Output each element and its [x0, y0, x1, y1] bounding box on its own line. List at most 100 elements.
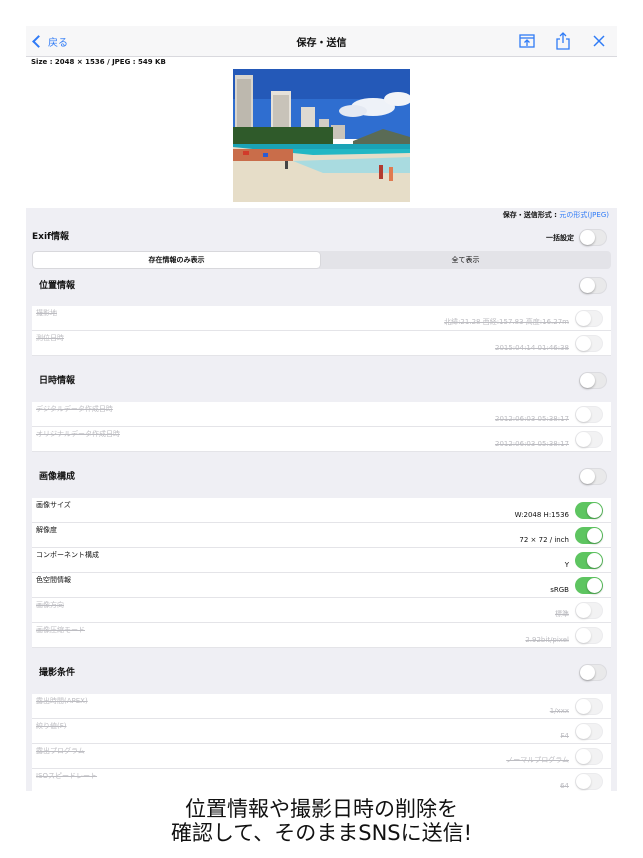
row-value: sRGB — [550, 586, 569, 594]
row-label: 画像圧縮モード — [36, 626, 85, 634]
row-original-datetime: オリジナルデータ作成日時 2012:06:03 05:38:17 — [32, 427, 611, 452]
location-group-toggle[interactable] — [579, 277, 607, 294]
toggle-knob — [576, 432, 591, 447]
row-value: F4 — [560, 732, 569, 740]
toggle-knob — [580, 469, 595, 484]
row-location: 撮影地 北緯:21.28 西経:157.83 高度:16.27m — [32, 306, 611, 331]
row-value: 64 — [560, 782, 569, 790]
row-label: 露出時間(APEX) — [36, 697, 88, 705]
image-group-toggle[interactable] — [579, 468, 607, 485]
row-value: 2.92bit/pixel — [525, 636, 569, 644]
format-label: 保存・送信形式 : — [502, 211, 560, 219]
row-label: コンポーネント構成 — [36, 551, 99, 559]
segment-show-all[interactable]: 全て表示 — [322, 252, 609, 268]
row-value: 1/xxx — [549, 707, 569, 715]
row-toggle[interactable] — [575, 773, 603, 790]
caption-line-2: 確認して、そのままSNSに送信! — [170, 821, 473, 845]
share-icon[interactable] — [553, 31, 573, 51]
row-value: 標準 — [555, 610, 569, 618]
row-label: 画像サイズ — [36, 501, 71, 509]
toggle-knob — [576, 311, 591, 326]
row-color-space: 色空間情報 sRGB — [32, 573, 611, 598]
row-toggle[interactable] — [575, 431, 603, 448]
row-iso-speed: ISOスピードレート 64 — [32, 769, 611, 791]
row-value: 北緯:21.28 西経:157.83 高度:16.27m — [444, 318, 569, 326]
row-label: 色空間情報 — [36, 576, 71, 584]
row-label: 露出プログラム — [36, 747, 85, 755]
row-toggle[interactable] — [575, 527, 603, 544]
exif-title-text: Exif情報 — [32, 232, 69, 242]
row-label: 絞り値(F) — [36, 722, 67, 730]
shooting-group-toggle[interactable] — [579, 664, 607, 681]
row-value: 2012:06:03 05:38:17 — [494, 440, 569, 448]
toggle-knob — [576, 336, 591, 351]
toggle-knob — [587, 578, 602, 593]
toggle-knob — [580, 278, 595, 293]
bulk-setting-toggle[interactable] — [579, 229, 607, 246]
row-toggle[interactable] — [575, 723, 603, 740]
toggle-knob — [576, 603, 591, 618]
row-toggle[interactable] — [575, 698, 603, 715]
row-label: デジタルデータ作成日時 — [36, 405, 113, 413]
toggle-knob — [587, 553, 602, 568]
row-image-size: 画像サイズ W:2048 H:1536 — [32, 498, 611, 523]
toggle-knob — [576, 628, 591, 643]
toggle-knob — [576, 407, 591, 422]
row-gps-datetime: 測位日時 2015:04:14 01:46:38 — [32, 331, 611, 356]
segment-existing-only[interactable]: 存在情報のみ表示 — [33, 252, 320, 268]
datetime-group-title: 日時情報 — [39, 376, 76, 386]
row-toggle[interactable] — [575, 502, 603, 519]
save-to-device-icon[interactable] — [517, 31, 537, 51]
row-label: 画像方向 — [36, 601, 64, 609]
row-toggle[interactable] — [575, 335, 603, 352]
toggle-knob — [587, 528, 602, 543]
row-resolution: 解像度 72 × 72 / inch — [32, 523, 611, 548]
row-value: 2012:06:03 05:38:17 — [494, 415, 569, 423]
bulk-setting-label: 一括設定 — [546, 234, 574, 242]
display-mode-segmented-control: 存在情報のみ表示 全て表示 — [32, 251, 611, 269]
row-label: 測位日時 — [36, 334, 64, 342]
toggle-knob — [580, 230, 595, 245]
toggle-knob — [587, 503, 602, 518]
row-toggle[interactable] — [575, 627, 603, 644]
row-compression-mode: 画像圧縮モード 2.92bit/pixel — [32, 623, 611, 648]
location-group-header: 位置情報 — [26, 273, 617, 299]
row-orientation: 画像方向 標準 — [32, 598, 611, 623]
row-toggle[interactable] — [575, 748, 603, 765]
row-toggle[interactable] — [575, 406, 603, 423]
photo-preview — [233, 69, 410, 202]
app-frame: 戻る 保存・送信 Size : 2048 × 1536 / JPEG : 549… — [26, 26, 617, 791]
image-group-title: 画像構成 — [39, 472, 76, 482]
location-group-title: 位置情報 — [39, 281, 76, 291]
row-value: Y — [564, 561, 569, 569]
image-size-info: Size : 2048 × 1536 / JPEG : 549 KB — [26, 57, 617, 68]
promo-caption: 位置情報や撮影日時の削除を 確認して、そのままSNSに送信! — [0, 797, 643, 845]
row-value: 72 × 72 / inch — [519, 536, 569, 544]
navigation-bar: 戻る 保存・送信 — [26, 26, 617, 57]
row-toggle[interactable] — [575, 310, 603, 327]
row-label: 解像度 — [36, 526, 57, 534]
row-value: ノーマルプログラム — [506, 756, 569, 764]
row-toggle[interactable] — [575, 552, 603, 569]
toggle-knob — [576, 749, 591, 764]
row-value: W:2048 H:1536 — [514, 511, 569, 519]
toggle-knob — [576, 699, 591, 714]
row-digital-datetime: デジタルデータ作成日時 2012:06:03 05:38:17 — [32, 402, 611, 427]
row-label: ISOスピードレート — [36, 772, 98, 780]
format-row: 保存・送信形式 : 元の形式(JPEG) — [26, 208, 617, 222]
datetime-group-header: 日時情報 — [26, 368, 617, 394]
caption-line-1: 位置情報や撮影日時の削除を — [185, 797, 458, 821]
close-icon[interactable] — [589, 31, 609, 51]
row-component-config: コンポーネント構成 Y — [32, 548, 611, 573]
shooting-group-header: 撮影条件 — [26, 660, 617, 686]
image-preview-area — [26, 68, 617, 208]
datetime-group-toggle[interactable] — [579, 372, 607, 389]
toggle-knob — [576, 724, 591, 739]
row-toggle[interactable] — [575, 602, 603, 619]
toggle-knob — [580, 665, 595, 680]
row-toggle[interactable] — [575, 577, 603, 594]
row-label: オリジナルデータ作成日時 — [36, 430, 120, 438]
toggle-knob — [576, 774, 591, 789]
format-value-link[interactable]: 元の形式(JPEG) — [559, 211, 609, 219]
toggle-knob — [580, 373, 595, 388]
